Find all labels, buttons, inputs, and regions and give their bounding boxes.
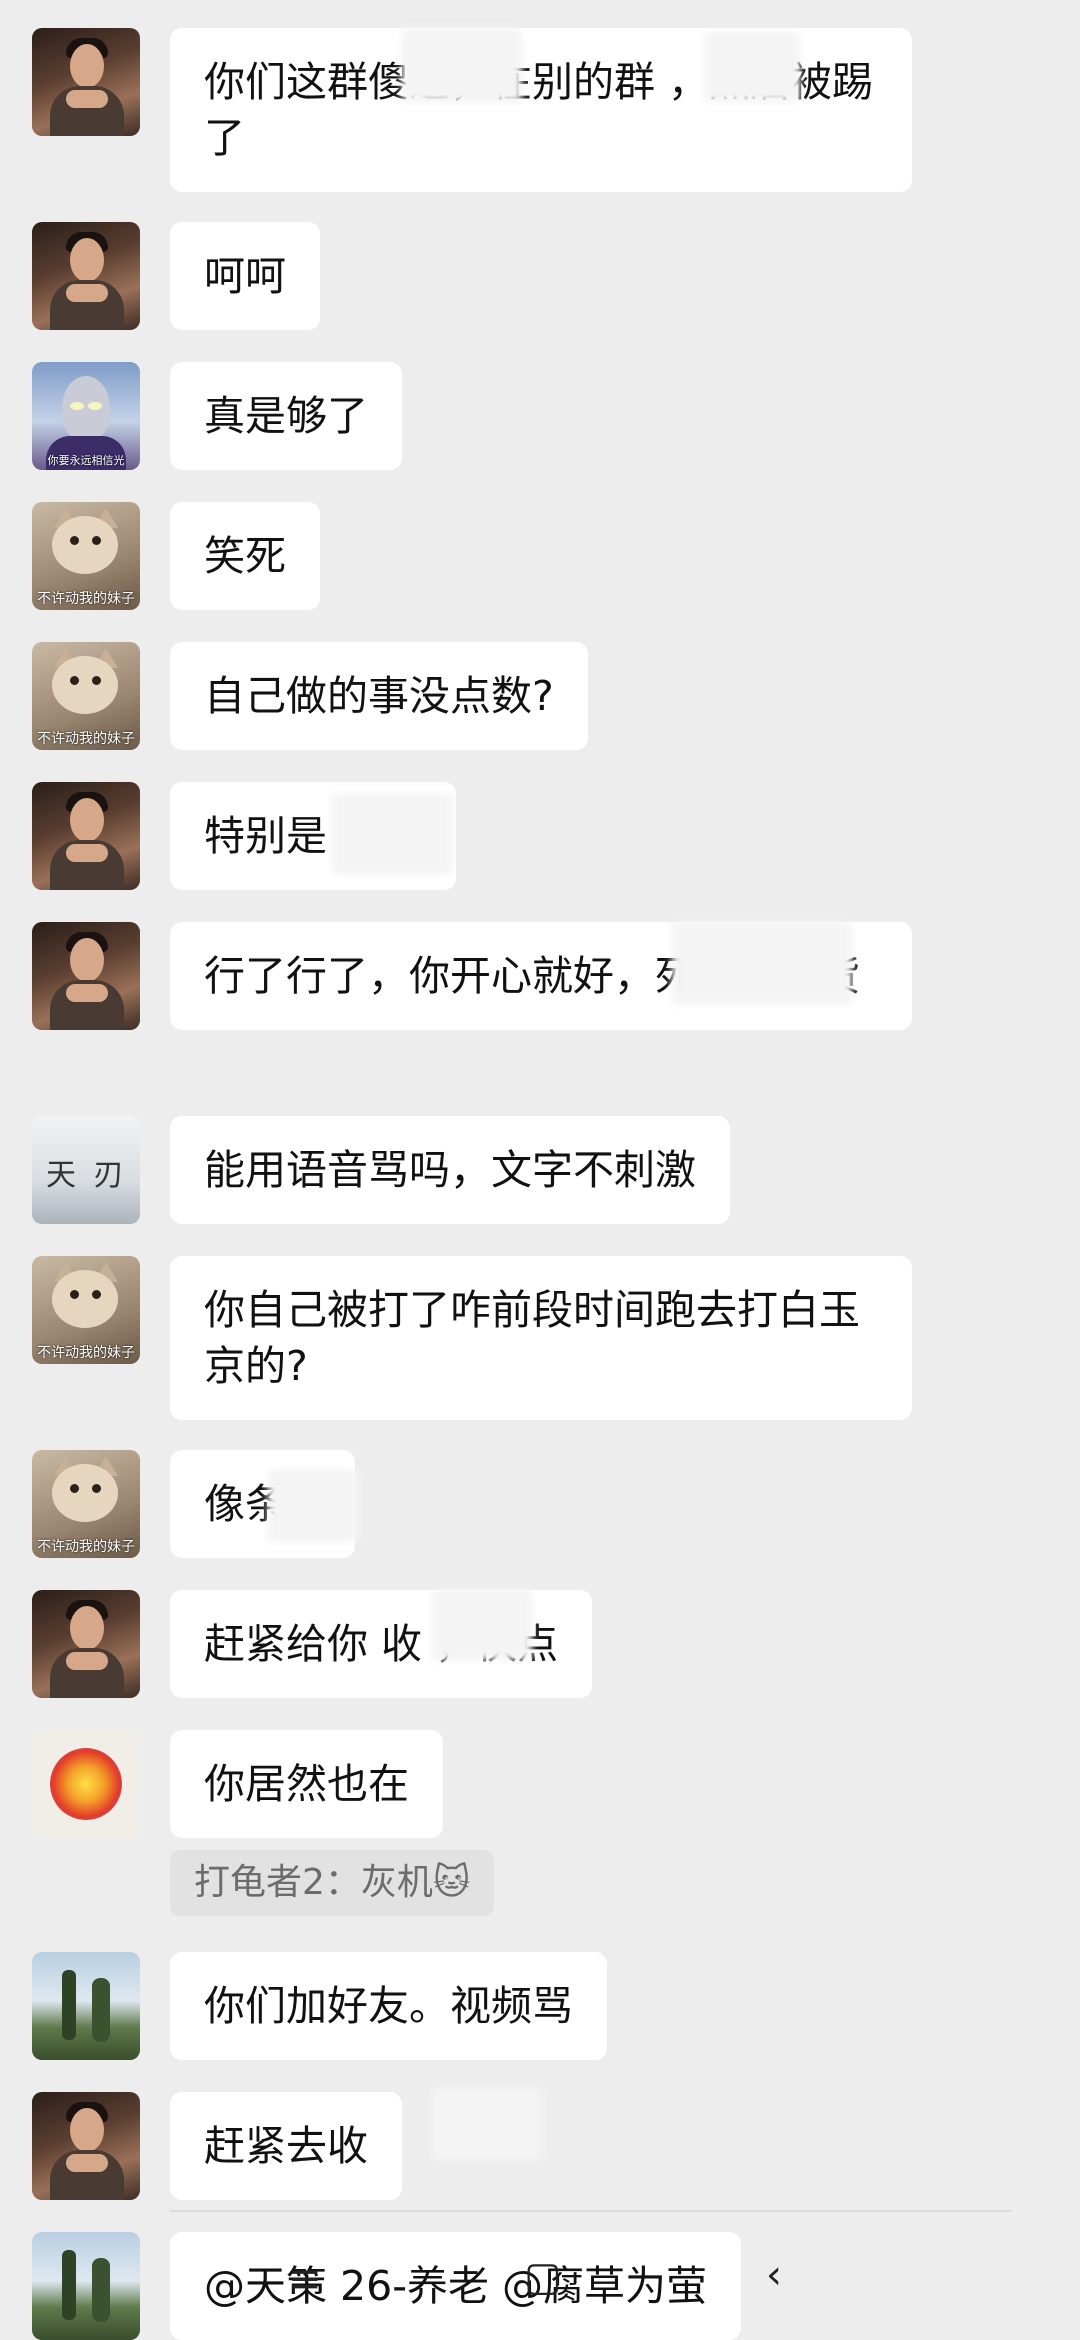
avatar-caption: 不许动我的妹子 <box>37 591 135 607</box>
doge-emoji-icon: 🐱 <box>432 1862 471 1903</box>
avatar-caption: 你要永远相信光 <box>47 454 125 467</box>
avatar-caption: 不许动我的妹子 <box>37 1345 135 1361</box>
avatar[interactable]: 不许动我的妹子 <box>32 502 140 610</box>
message-bubble[interactable]: 真是够了 <box>170 362 402 470</box>
redaction-blur <box>268 1470 358 1542</box>
redaction-blur <box>672 922 852 1004</box>
message-bubble[interactable]: 笑死 <box>170 502 320 610</box>
avatar[interactable]: 你要永远相信光 <box>32 362 140 470</box>
avatar[interactable] <box>32 2232 140 2340</box>
quote-text: 打龟者2：灰机 <box>194 1862 433 1903</box>
avatar[interactable] <box>32 1730 140 1838</box>
message-bubble[interactable]: 自己做的事没点数? <box>170 642 588 750</box>
redaction-blur <box>402 28 522 102</box>
redaction-blur <box>332 794 452 874</box>
avatar[interactable]: 不许动我的妹子 <box>32 1256 140 1364</box>
avatar[interactable] <box>32 222 140 330</box>
divider <box>170 2210 1012 2212</box>
square-icon[interactable]: ▢ <box>524 2254 562 2300</box>
message-bubble[interactable]: 你们加好友。视频骂 <box>170 1952 607 2060</box>
avatar[interactable]: 不许动我的妹子 <box>32 642 140 750</box>
back-icon[interactable]: ‹ <box>766 2252 782 2298</box>
message-bubble[interactable]: 你居然也在 <box>170 1730 443 1838</box>
avatar[interactable] <box>32 782 140 890</box>
message-bubble[interactable]: @天策 26-养老 @腐草为萤 <box>170 2232 742 2340</box>
redaction-blur <box>704 32 800 102</box>
redaction-blur <box>432 2088 542 2160</box>
avatar[interactable] <box>32 1590 140 1698</box>
avatar[interactable] <box>32 28 140 136</box>
avatar-caption: 不许动我的妹子 <box>37 1539 135 1555</box>
avatar[interactable] <box>32 1952 140 2060</box>
avatar-caption: 天 刃 <box>46 1158 128 1193</box>
avatar[interactable]: 不许动我的妹子 <box>32 1450 140 1558</box>
avatar-caption: 不许动我的妹子 <box>37 731 135 747</box>
message-bubble[interactable]: 能用语音骂吗，文字不刺激 <box>170 1116 730 1224</box>
message-bubble[interactable]: 赶紧去收 <box>170 2092 402 2200</box>
avatar[interactable] <box>32 2092 140 2200</box>
redaction-blur <box>432 1590 532 1660</box>
avatar[interactable]: 天 刃 <box>32 1116 140 1224</box>
avatar[interactable] <box>32 922 140 1030</box>
message-bubble[interactable]: 呵呵 <box>170 222 320 330</box>
quote-reply[interactable]: 打龟者2：灰机🐱 <box>170 1850 495 1916</box>
menu-icon[interactable]: ≡ <box>288 2256 322 2302</box>
message-bubble[interactable]: 你自己被打了咋前段时间跑去打白玉京的? <box>170 1256 912 1420</box>
message-bubble[interactable]: 你们这群傻逼，在别的群 ，然后被踢了 <box>170 28 912 192</box>
